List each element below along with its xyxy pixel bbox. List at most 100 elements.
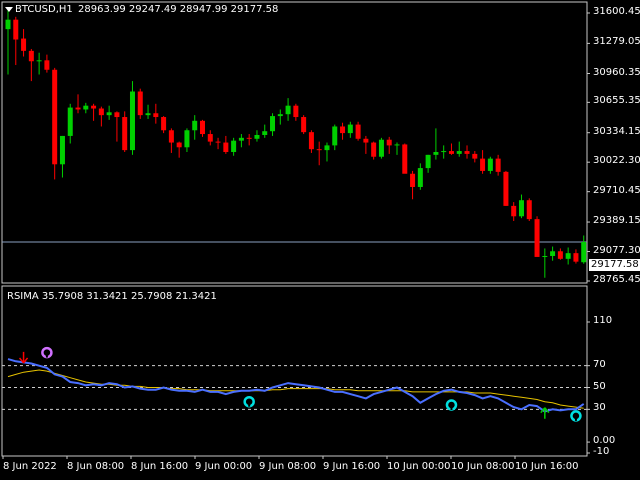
- candle-body: [28, 50, 34, 62]
- price-axis-label: 28765.45: [593, 274, 640, 285]
- price-axis-label: 30022.30: [593, 155, 640, 167]
- candle-body: [75, 107, 81, 110]
- candle-body: [91, 105, 97, 109]
- candle-body: [433, 152, 439, 155]
- candle-body: [145, 113, 151, 116]
- candle-body: [254, 134, 260, 139]
- time-axis-label: 9 Jun 08:00: [259, 461, 317, 472]
- main-chart-frame: [1, 1, 588, 284]
- candle-body: [402, 144, 408, 174]
- time-axis-label: 10 Jun 00:00: [387, 461, 451, 472]
- candle-body: [511, 205, 517, 217]
- candle-body: [223, 142, 229, 153]
- candle-body: [526, 200, 532, 220]
- candle-body: [534, 219, 540, 257]
- time-axis-label: 9 Jun 16:00: [323, 461, 381, 472]
- candle-body: [246, 137, 252, 139]
- candle-body: [480, 158, 486, 171]
- indicator-frame: [1, 285, 588, 457]
- indicator-axis-label: 50: [593, 380, 606, 392]
- indicator-axis-label: 30: [593, 402, 606, 414]
- candle-body: [153, 113, 159, 118]
- time-axis-label: 8 Jun 16:00: [131, 461, 189, 472]
- price-axis-label: 30655.35: [593, 95, 640, 107]
- candle-body: [363, 138, 369, 143]
- candle-body: [417, 168, 423, 187]
- candle-body: [231, 140, 237, 153]
- candle-body: [122, 117, 128, 151]
- candle-body: [293, 105, 299, 118]
- candle-body: [472, 153, 478, 159]
- candle-body: [52, 69, 58, 165]
- candle-body: [448, 151, 454, 154]
- candle-body: [565, 253, 571, 259]
- indicator-axis-label: -10: [593, 446, 610, 457]
- time-axis-label: 10 Jun 08:00: [451, 461, 515, 472]
- time-axis-label: 8 Jun 08:00: [67, 461, 125, 472]
- candle-body: [192, 120, 198, 131]
- candle-body: [207, 134, 213, 142]
- rsi-series-line: [7, 358, 585, 413]
- candle-body: [168, 130, 174, 143]
- current-price-badge: 29177.58: [589, 259, 640, 271]
- candle-body: [301, 117, 307, 133]
- candle-body: [98, 108, 104, 116]
- candle-body: [324, 145, 330, 151]
- candle-body: [215, 141, 221, 143]
- candle-body: [277, 114, 283, 117]
- candle-body: [262, 131, 268, 135]
- time-axis-label: 9 Jun 00:00: [195, 461, 253, 472]
- candle-body: [13, 19, 19, 40]
- candle-body: [114, 112, 120, 118]
- indicator-label: RSIMA 35.7908 31.3421 25.7908 21.3421: [7, 291, 217, 302]
- candle-body: [386, 139, 392, 146]
- candle-body: [487, 158, 493, 171]
- price-axis-label: 31279.05: [593, 36, 640, 48]
- ma-series-line: [7, 369, 584, 409]
- candle-body: [270, 116, 276, 132]
- candle-body: [410, 173, 416, 187]
- candle-body: [44, 60, 50, 70]
- candle-body: [5, 19, 11, 30]
- candle-body: [83, 105, 89, 110]
- candle-body: [59, 135, 65, 165]
- candle-body: [36, 60, 42, 62]
- candle-body: [176, 142, 182, 148]
- indicator-axis-label: 0.00: [593, 435, 616, 447]
- candle-body: [238, 137, 244, 141]
- candle-body: [394, 144, 400, 146]
- candle-body: [340, 126, 346, 134]
- chart-canvas[interactable]: [0, 0, 640, 480]
- candle-body: [441, 151, 447, 153]
- candle-body: [285, 105, 291, 115]
- price-axis-label: 29710.45: [593, 184, 640, 196]
- candle-body: [129, 91, 135, 151]
- candle-body: [378, 139, 384, 157]
- candle-body: [542, 255, 548, 257]
- candle-body: [371, 142, 377, 157]
- candle-body: [67, 107, 73, 136]
- time-axis-label: 8 Jun 2022: [3, 461, 57, 472]
- candle-body: [581, 242, 587, 263]
- symbol-dropdown-icon[interactable]: [5, 7, 13, 12]
- candle-body: [503, 171, 509, 206]
- price-axis-label: 29077.30: [593, 244, 640, 256]
- candle-body: [200, 120, 205, 135]
- candle-body: [355, 124, 361, 139]
- indicator-axis-label: 70: [593, 358, 606, 370]
- candle-body: [308, 132, 314, 150]
- candle-body: [550, 251, 556, 256]
- candle-body: [184, 130, 190, 148]
- candle-body: [495, 158, 501, 172]
- price-axis-label: 30960.35: [593, 66, 640, 78]
- candle-body: [347, 124, 353, 134]
- candle-body: [332, 126, 338, 146]
- candle-body: [464, 151, 470, 154]
- candle-body: [316, 149, 322, 151]
- candle-body: [557, 251, 563, 259]
- ohlc-readout: 28963.99 29247.49 28947.99 29177.58: [78, 4, 279, 15]
- time-axis-label: 10 Jun 16:00: [515, 461, 579, 472]
- symbol-label: BTCUSD,H1: [15, 4, 73, 15]
- candle-body: [573, 253, 579, 262]
- price-axis-label: 29389.15: [593, 215, 640, 227]
